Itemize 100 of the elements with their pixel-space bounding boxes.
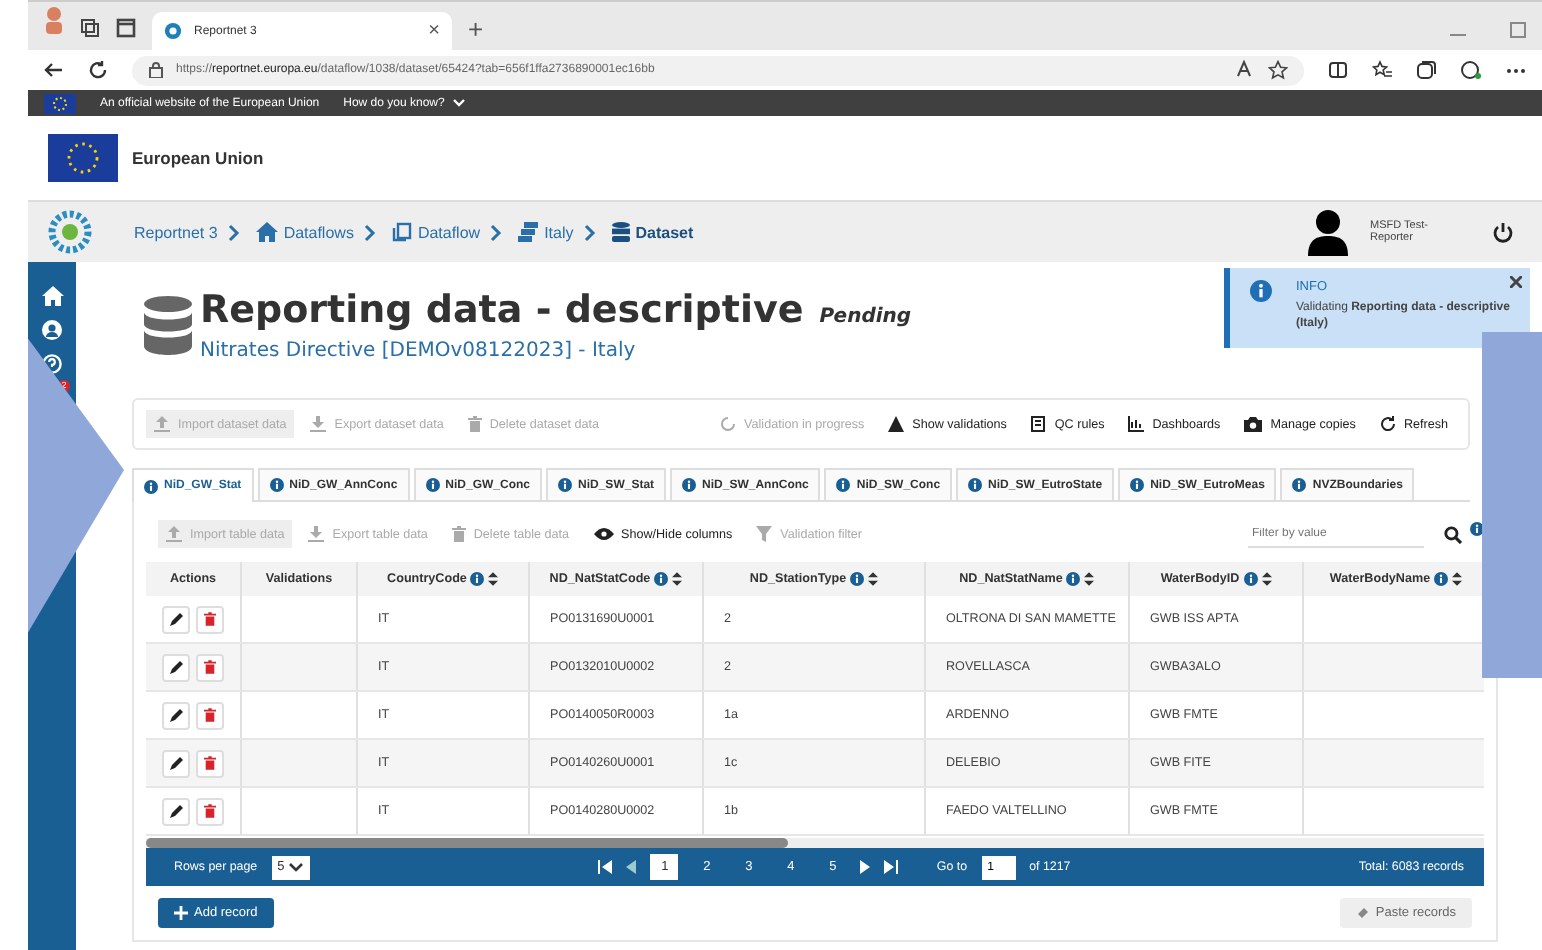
eraser-icon	[1355, 906, 1370, 920]
logout-icon[interactable]	[1492, 221, 1514, 243]
chart-icon	[1128, 416, 1145, 432]
tab-list-icon[interactable]	[116, 18, 136, 38]
next-page-icon[interactable]	[860, 860, 871, 874]
warning-icon	[888, 416, 905, 432]
edit-button[interactable]	[162, 605, 190, 633]
close-tab-button[interactable]: ×	[428, 20, 440, 42]
delete-button[interactable]	[196, 653, 224, 681]
sort-icon	[672, 572, 683, 586]
trash-icon	[204, 612, 216, 626]
extensions-icon[interactable]	[1460, 60, 1482, 80]
pencil-icon	[169, 612, 183, 626]
edit-button[interactable]	[162, 653, 190, 681]
eu-name: European Union	[132, 148, 264, 168]
refresh-icon	[1379, 416, 1396, 432]
download-icon	[308, 526, 325, 542]
info-icon	[269, 478, 284, 492]
page-title: Reporting data - descriptive	[200, 288, 804, 332]
breadcrumb-item[interactable]: Italy	[518, 222, 574, 242]
database-icon	[144, 295, 192, 355]
info-icon	[1250, 280, 1272, 302]
reportnet-logo[interactable]	[48, 210, 92, 254]
user-icon[interactable]	[42, 320, 62, 340]
info-icon	[1292, 478, 1307, 492]
chevron-right-icon	[227, 223, 240, 241]
trash-icon	[204, 660, 216, 674]
sort-icon	[1452, 572, 1463, 586]
delete-button[interactable]	[196, 605, 224, 633]
home-icon	[255, 222, 278, 242]
chevron-down-icon	[452, 98, 467, 108]
page-subtitle: Nitrates Directive [DEMOv08122023] - Italy	[200, 340, 638, 362]
upload-icon	[154, 416, 170, 432]
home-icon[interactable]	[41, 286, 63, 306]
trash-icon	[204, 756, 216, 770]
last-page-icon[interactable]	[884, 860, 899, 874]
eu-flag-icon	[44, 93, 76, 113]
back-icon[interactable]	[44, 60, 64, 80]
breadcrumb-item[interactable]: Dataflow	[391, 222, 481, 242]
eu-flag-logo	[48, 134, 118, 182]
pencil-icon	[169, 660, 183, 674]
site-icon	[164, 22, 182, 40]
upload-icon	[166, 526, 182, 542]
workspaces-icon[interactable]	[80, 18, 100, 38]
lock-icon[interactable]	[148, 62, 164, 78]
info-icon	[425, 478, 440, 492]
delete-button[interactable]	[196, 749, 224, 777]
delete-button[interactable]	[196, 797, 224, 825]
trash-icon	[204, 804, 216, 818]
close-icon[interactable]	[1510, 276, 1522, 288]
info-icon	[1066, 572, 1081, 586]
split-screen-icon[interactable]	[1328, 60, 1348, 80]
more-icon[interactable]	[1506, 63, 1526, 77]
spinner-icon	[720, 416, 737, 432]
maximize-icon[interactable]	[1510, 22, 1526, 38]
breadcrumb-item[interactable]: Dataflows	[255, 222, 354, 242]
info-icon	[1243, 572, 1258, 586]
pencil-icon	[169, 756, 183, 770]
info-icon	[836, 478, 851, 492]
info-icon	[654, 572, 669, 586]
read-aloud-icon[interactable]	[1236, 59, 1256, 81]
favorites-icon[interactable]	[1372, 60, 1392, 80]
first-page-icon[interactable]	[598, 860, 613, 874]
camera-icon	[1244, 416, 1263, 432]
sort-icon	[488, 572, 499, 586]
info-icon	[470, 572, 485, 586]
sort-icon	[1261, 572, 1272, 586]
database-icon	[611, 222, 630, 242]
previous-page-icon[interactable]	[626, 860, 637, 874]
edit-button[interactable]	[162, 701, 190, 729]
minimize-icon[interactable]	[1450, 34, 1466, 38]
collections-icon[interactable]	[1416, 60, 1436, 80]
reload-icon[interactable]	[88, 60, 108, 80]
edit-button[interactable]	[162, 797, 190, 825]
sort-icon	[1084, 572, 1095, 586]
trash-icon	[467, 416, 482, 432]
eye-icon	[593, 528, 613, 540]
pencil-icon	[169, 804, 183, 818]
new-tab-button[interactable]: +	[468, 14, 484, 44]
download-icon	[310, 416, 327, 432]
info-icon	[968, 478, 983, 492]
chevron-right-icon	[583, 223, 596, 241]
filter-icon	[756, 526, 773, 542]
layers-icon	[518, 222, 539, 242]
edit-button[interactable]	[162, 749, 190, 777]
user-avatar-icon[interactable]	[1308, 208, 1348, 256]
copy-icon	[391, 222, 412, 242]
horizontal-scrollbar[interactable]	[146, 838, 1484, 848]
sort-icon	[868, 572, 879, 586]
trash-icon	[451, 526, 466, 542]
info-icon	[682, 478, 697, 492]
dataset-status: Pending	[819, 304, 912, 332]
chevron-right-icon	[490, 223, 503, 241]
info-icon	[144, 479, 158, 493]
info-icon	[1130, 478, 1145, 492]
pencil-icon	[169, 708, 183, 722]
favorite-star-icon[interactable]	[1268, 60, 1288, 80]
search-icon[interactable]	[1444, 525, 1462, 543]
breadcrumb-item[interactable]: Reportnet 3	[134, 223, 218, 241]
delete-button[interactable]	[196, 701, 224, 729]
